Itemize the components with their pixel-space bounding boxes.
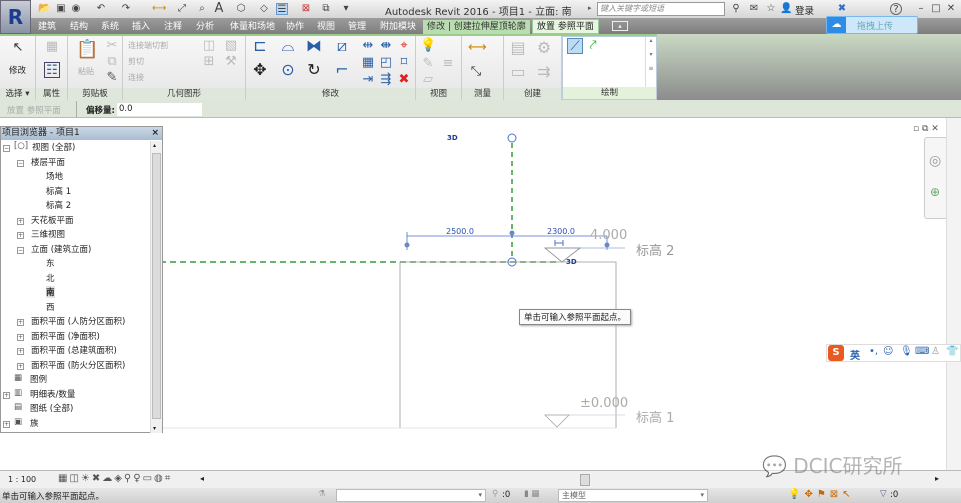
tree-expand-toggle[interactable]: + <box>17 217 24 225</box>
browser-tree-item[interactable]: 面积平面 (净面积) <box>31 330 100 342</box>
status-message: 单击可输入参照平面起点。 <box>2 492 105 502</box>
dimension-grip-left <box>404 242 410 248</box>
browser-tree-item[interactable]: 三维视图 <box>31 228 65 240</box>
level-2-elevation: 4.000 <box>590 228 628 243</box>
workset-icon[interactable]: ⚗ <box>318 489 326 499</box>
project-browser-header: 项目浏览器 - 项目1 × <box>1 127 162 140</box>
workset-dropdown[interactable]: ▾ <box>336 489 486 502</box>
selection-count: :0 <box>502 490 511 500</box>
browser-tree-item[interactable]: 立面 (建筑立面) <box>31 243 91 255</box>
user-center-icon[interactable]: ♙ <box>931 346 940 357</box>
wechat-icon: 💬 <box>762 454 794 478</box>
scroll-up-icon[interactable]: ▴ <box>153 142 156 149</box>
close-browser-button[interactable]: × <box>151 127 159 140</box>
design-option-dropdown[interactable]: 主模型 ▾ <box>558 489 708 502</box>
tree-expand-toggle[interactable]: + <box>17 362 24 370</box>
tree-node-icon: ▦ <box>14 373 23 383</box>
scroll-down-icon[interactable]: ▾ <box>153 425 156 432</box>
upload-label: 拖拽上传 <box>857 22 894 32</box>
scroll-thumb[interactable] <box>152 153 161 419</box>
vertical-scrollbar[interactable] <box>946 118 961 470</box>
steering-wheel-icon[interactable]: ◎ <box>929 153 941 169</box>
flip-dimension-icon <box>554 240 564 246</box>
browser-tree-item[interactable]: 标高 1 <box>46 185 71 197</box>
design-option-value: 主模型 <box>562 491 586 500</box>
view-control-icons[interactable]: ▦◫☀✖☁◈⚲♀▭◍⌗ <box>58 473 172 484</box>
dimension-grip-right <box>604 242 610 248</box>
browser-tree-item[interactable]: 图纸 (全部) <box>30 402 73 414</box>
skin-icon[interactable]: 👕 <box>946 346 958 357</box>
level-1-head <box>544 414 570 428</box>
browser-tree-item[interactable]: 南 <box>46 286 55 298</box>
design-options-icon[interactable]: ▮ ▦ <box>524 489 539 499</box>
level-2-name: 标高 2 <box>636 244 675 259</box>
tree-expand-toggle[interactable]: − <box>3 145 10 152</box>
level-1-elevation: ±0.000 <box>580 396 629 411</box>
tree-expand-toggle[interactable]: − <box>17 159 24 167</box>
editing-requests-icon[interactable]: ⚲ <box>492 489 498 499</box>
tooltip: 单击可输入参照平面起点。 <box>519 309 632 325</box>
status-bar: 单击可输入参照平面起点。 ⚗ ▾ ⚲ :0 ▮ ▦ 主模型 ▾ 💡✥⚑⊠↖ ▽ :… <box>0 488 961 503</box>
ime-language[interactable]: 英 <box>850 347 860 362</box>
tree-expand-toggle[interactable]: + <box>17 232 24 239</box>
browser-tree-item[interactable]: 标高 2 <box>46 199 71 211</box>
microphone-icon[interactable]: 🎙 <box>900 346 913 357</box>
navigation-bar: ◎ ⊕ <box>924 137 948 219</box>
dimension-value-right[interactable]: 2300.0 <box>547 227 575 236</box>
browser-tree-item[interactable]: 面积平面 (人防分区面积) <box>31 315 125 327</box>
cloud-upload-widget[interactable]: ☁ 拖拽上传 <box>826 16 918 34</box>
tree-expand-toggle[interactable]: + <box>17 319 24 326</box>
level-1-name: 标高 1 <box>636 411 675 426</box>
browser-scrollbar[interactable]: ▴ ▾ <box>150 141 162 433</box>
browser-tree-item[interactable]: 北 <box>46 272 55 284</box>
filter-count: :0 <box>890 490 899 500</box>
tree-expand-toggle[interactable]: + <box>17 333 24 341</box>
keyboard-icon[interactable]: ⌨ <box>915 346 929 357</box>
dimension-grip-mid <box>509 230 515 236</box>
browser-tree-item[interactable]: 东 <box>46 257 55 269</box>
tree-node-icon: ▥ <box>14 387 23 398</box>
browser-tree-item[interactable]: 面积平面 (总建筑面积) <box>31 344 117 356</box>
tree-node-icon: ▤ <box>14 402 23 412</box>
browser-tree-item[interactable]: 场地 <box>46 170 63 182</box>
tree-node-icon: [○] <box>14 141 29 151</box>
sogou-logo-icon: S <box>828 345 844 361</box>
reference-plane-end-handle <box>507 133 517 143</box>
zoom-region-icon[interactable]: ⊕ <box>930 185 940 199</box>
tree-expand-toggle[interactable]: − <box>17 246 24 254</box>
tree-expand-toggle[interactable]: + <box>3 391 10 399</box>
dimension-value-left[interactable]: 2500.0 <box>446 227 474 236</box>
filter-icon[interactable]: ▽ <box>880 489 887 499</box>
project-browser-title: 项目浏览器 - 项目1 <box>2 128 80 138</box>
emoji-icon[interactable]: ☺ <box>883 346 893 357</box>
project-browser: 项目浏览器 - 项目1 × − [○] 视图 (全部) − 楼层平面 场地 标高 1 标高 2… <box>0 126 163 433</box>
browser-tree-item[interactable]: 天花板平面 <box>31 214 74 226</box>
ime-toolbar[interactable]: S 英 •, ☺ 🎙 ⌨ ♙ 👕 <box>826 344 961 362</box>
browser-tree-item[interactable]: 视图 (全部) <box>32 141 75 153</box>
watermark: 💬 DCIC研究所 <box>762 450 903 479</box>
view-scale[interactable]: 1 : 100 <box>8 475 36 484</box>
scroll-left-icon[interactable]: ◂ <box>200 474 204 483</box>
browser-tree-item[interactable]: 西 <box>46 301 55 313</box>
3d-extent-label[interactable]: 3D <box>566 258 577 266</box>
tree-expand-toggle[interactable]: + <box>3 420 10 428</box>
cloud-icon: ☁ <box>827 17 846 33</box>
watermark-text: DCIC研究所 <box>793 454 903 478</box>
browser-tree-item[interactable]: 面积平面 (防火分区面积) <box>31 359 125 371</box>
browser-tree-item[interactable]: 族 <box>30 417 39 429</box>
application-menu-button[interactable]: R <box>0 0 31 34</box>
browser-tree-item[interactable]: 图例 <box>30 373 47 385</box>
selection-toggle-icons[interactable]: 💡✥⚑⊠↖ <box>788 489 855 500</box>
browser-tree-item[interactable]: 明细表/数量 <box>30 388 75 400</box>
restore-window-icons[interactable]: ▫ ⧉ ✕ <box>913 124 939 134</box>
tree-expand-toggle[interactable]: + <box>17 348 24 355</box>
browser-tree-item[interactable]: 楼层平面 <box>31 156 65 168</box>
3d-extent-label[interactable]: 3D <box>447 134 458 142</box>
scroll-right-icon[interactable]: ▸ <box>935 474 939 483</box>
punctuation-icon[interactable]: •, <box>869 346 878 357</box>
horizontal-scroll-thumb[interactable] <box>580 474 590 486</box>
tree-node-icon: ▣ <box>14 416 23 427</box>
